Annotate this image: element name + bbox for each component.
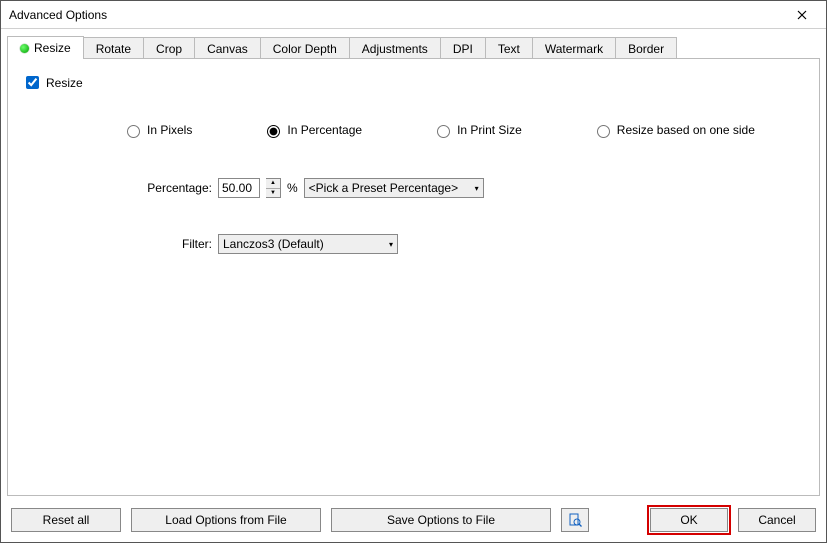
- radio-label: Resize based on one side: [617, 123, 755, 137]
- tab-label: Adjustments: [362, 42, 428, 56]
- tab-label: Text: [498, 42, 520, 56]
- radio-in-pixels-input[interactable]: [127, 125, 140, 138]
- tab-label: Watermark: [545, 42, 603, 56]
- save-options-button[interactable]: Save Options to File: [331, 508, 551, 532]
- radio-in-pixels[interactable]: In Pixels: [122, 122, 192, 138]
- tab-color-depth[interactable]: Color Depth: [260, 37, 350, 60]
- resize-checkbox-label: Resize: [46, 76, 83, 90]
- close-button[interactable]: [782, 2, 822, 28]
- bottom-button-bar: Reset all Load Options from File Save Op…: [1, 502, 826, 542]
- button-label: Reset all: [43, 513, 90, 527]
- active-indicator-icon: [20, 44, 29, 53]
- radio-in-print-size-input[interactable]: [437, 125, 450, 138]
- filter-combo-text: Lanczos3 (Default): [223, 237, 324, 251]
- filter-row: Filter: Lanczos3 (Default) ▾: [112, 234, 813, 254]
- percent-sign: %: [287, 181, 298, 195]
- percentage-spinner[interactable]: ▲ ▼: [266, 178, 281, 198]
- tab-label: Canvas: [207, 42, 248, 56]
- radio-in-percentage[interactable]: In Percentage: [262, 122, 362, 138]
- percentage-label: Percentage:: [112, 181, 212, 195]
- tab-text[interactable]: Text: [485, 37, 533, 60]
- tab-label: Crop: [156, 42, 182, 56]
- close-icon: [797, 10, 807, 20]
- button-label: OK: [680, 513, 697, 527]
- filter-label: Filter:: [112, 237, 212, 251]
- radio-one-side[interactable]: Resize based on one side: [592, 122, 755, 138]
- reset-all-button[interactable]: Reset all: [11, 508, 121, 532]
- tab-panel: Resize In Pixels In Percentage In Print …: [7, 58, 820, 496]
- tab-label: Border: [628, 42, 664, 56]
- tab-border[interactable]: Border: [615, 37, 677, 60]
- button-label: Load Options from File: [165, 513, 286, 527]
- radio-label: In Pixels: [147, 123, 192, 137]
- cancel-button[interactable]: Cancel: [738, 508, 816, 532]
- tab-resize[interactable]: Resize: [7, 36, 84, 59]
- tab-label: Resize: [34, 41, 71, 55]
- magnifier-page-icon: [568, 513, 582, 527]
- tab-label: DPI: [453, 42, 473, 56]
- resize-checkbox[interactable]: [26, 76, 39, 89]
- radio-in-print-size[interactable]: In Print Size: [432, 122, 522, 138]
- percentage-input[interactable]: [218, 178, 260, 198]
- tab-bar: Resize Rotate Crop Canvas Color Depth Ad…: [1, 29, 826, 58]
- tab-watermark[interactable]: Watermark: [532, 37, 616, 60]
- chevron-down-icon: ▾: [383, 240, 393, 249]
- preset-percentage-combo[interactable]: <Pick a Preset Percentage> ▾: [304, 178, 484, 198]
- radio-label: In Percentage: [287, 123, 362, 137]
- window-title: Advanced Options: [9, 8, 782, 22]
- tab-rotate[interactable]: Rotate: [83, 37, 144, 60]
- resize-panel: Resize In Pixels In Percentage In Print …: [8, 59, 819, 296]
- tab-canvas[interactable]: Canvas: [194, 37, 261, 60]
- tab-label: Color Depth: [273, 42, 337, 56]
- spinner-down-icon[interactable]: ▼: [266, 189, 280, 198]
- filter-combo[interactable]: Lanczos3 (Default) ▾: [218, 234, 398, 254]
- percentage-row: Percentage: ▲ ▼ % <Pick a Preset Percent…: [112, 178, 813, 198]
- tab-dpi[interactable]: DPI: [440, 37, 486, 60]
- load-options-button[interactable]: Load Options from File: [131, 508, 321, 532]
- chevron-down-icon: ▾: [469, 184, 479, 193]
- ok-button[interactable]: OK: [650, 508, 728, 532]
- resize-mode-radios: In Pixels In Percentage In Print Size Re…: [122, 122, 813, 138]
- radio-one-side-input[interactable]: [597, 125, 610, 138]
- preview-button[interactable]: [561, 508, 589, 532]
- button-label: Save Options to File: [387, 513, 495, 527]
- button-label: Cancel: [758, 513, 795, 527]
- advanced-options-window: Advanced Options Resize Rotate Crop Canv…: [0, 0, 827, 543]
- preset-combo-text: <Pick a Preset Percentage>: [309, 181, 458, 195]
- tab-crop[interactable]: Crop: [143, 37, 195, 60]
- titlebar: Advanced Options: [1, 1, 826, 29]
- spinner-up-icon[interactable]: ▲: [266, 179, 280, 189]
- resize-checkbox-row[interactable]: Resize: [22, 73, 813, 92]
- tab-adjustments[interactable]: Adjustments: [349, 37, 441, 60]
- radio-label: In Print Size: [457, 123, 522, 137]
- tab-label: Rotate: [96, 42, 131, 56]
- radio-in-percentage-input[interactable]: [267, 125, 280, 138]
